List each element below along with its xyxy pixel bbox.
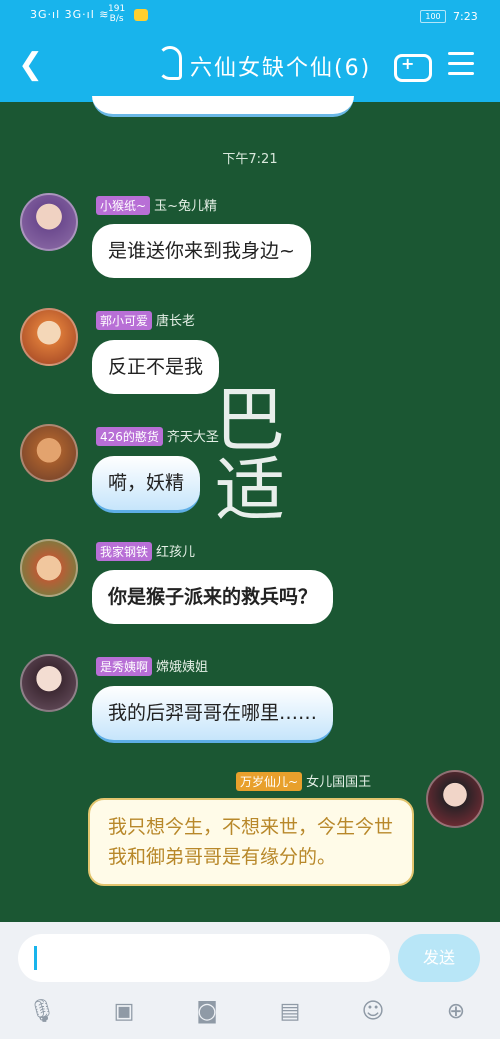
member-tag: 是秀姨啊 (96, 657, 153, 676)
app-notification-icon (134, 9, 148, 21)
sender-line: 万岁仙儿~ 女儿国国王 (236, 771, 371, 791)
avatar[interactable] (426, 770, 484, 828)
member-tag: 郭小可爱 (96, 311, 153, 330)
message-timestamp: 下午7:21 (222, 152, 278, 167)
chat-header: ❮ 六仙女缺个仙(6) (0, 30, 500, 102)
message-bubble[interactable]: 是谁送你来到我身边~ (92, 224, 311, 278)
sender-name: 唐长老 (156, 314, 196, 329)
member-tag: 小猴纸~ (96, 196, 151, 215)
menu-icon[interactable] (448, 52, 474, 76)
message-bubble[interactable]: 反正不是我 (92, 340, 220, 394)
message-bubble[interactable]: 我的后羿哥哥在哪里…… (92, 686, 334, 743)
image-icon[interactable]: ▣ (108, 996, 140, 1028)
previous-message-bubble (92, 96, 354, 117)
avatar[interactable] (20, 424, 78, 482)
camera-icon[interactable]: ◙ (191, 996, 223, 1028)
sender-name: 女儿国国王 (306, 775, 372, 790)
sender-name: 嫦娥姨姐 (156, 660, 209, 675)
game-controller-icon[interactable] (394, 54, 432, 82)
member-tag: 426的憨货 (96, 427, 163, 446)
text-caret (34, 946, 37, 970)
emoji-icon[interactable]: ☺ (357, 996, 389, 1028)
message-bubble[interactable]: 我只想今生，不想来世，今生今世我和御弟哥哥是有缘分的。 (88, 798, 414, 886)
battery-icon: 100 (420, 10, 446, 23)
avatar[interactable] (20, 539, 78, 597)
redpacket-icon[interactable]: ▤ (274, 996, 306, 1028)
avatar[interactable] (20, 308, 78, 366)
member-tag: 万岁仙儿~ (236, 772, 303, 791)
input-bar: 发送 🎙 ▣ ◙ ▤ ☺ ⊕ (0, 922, 500, 1039)
network-speed: 191 B/s (108, 4, 126, 24)
message-bubble[interactable]: 嗬，妖精 (92, 456, 201, 513)
watermark-text: 巴适 (215, 379, 285, 531)
member-tag: 我家钢铁 (96, 542, 153, 561)
avatar[interactable] (20, 193, 78, 251)
chat-title: 六仙女缺个仙(6) (190, 56, 372, 81)
sender-line: 426的憨货 齐天大圣 (96, 426, 219, 446)
avatar[interactable] (20, 654, 78, 712)
sender-name: 玉~兔儿精 (154, 199, 217, 214)
signal-icon: 3G‧ıl 3G‧ıl ≋ (30, 8, 110, 21)
plus-icon[interactable]: ⊕ (440, 996, 472, 1028)
sender-line: 是秀姨啊 嫦娥姨姐 (96, 656, 208, 676)
message-input[interactable] (18, 934, 390, 982)
back-arrow-icon[interactable]: ❮ (18, 50, 43, 80)
sender-name: 红孩儿 (156, 545, 196, 560)
status-time: 7:23 (453, 10, 478, 23)
send-button[interactable]: 发送 (398, 934, 480, 982)
sender-line: 小猴纸~ 玉~兔儿精 (96, 195, 217, 215)
mic-icon[interactable]: 🎙 (26, 996, 58, 1028)
status-bar: 3G‧ıl 3G‧ıl ≋ 191 B/s 100 7:23 (0, 0, 500, 30)
sender-line: 郭小可爱 唐长老 (96, 310, 195, 330)
sender-line: 我家钢铁 红孩儿 (96, 541, 195, 561)
